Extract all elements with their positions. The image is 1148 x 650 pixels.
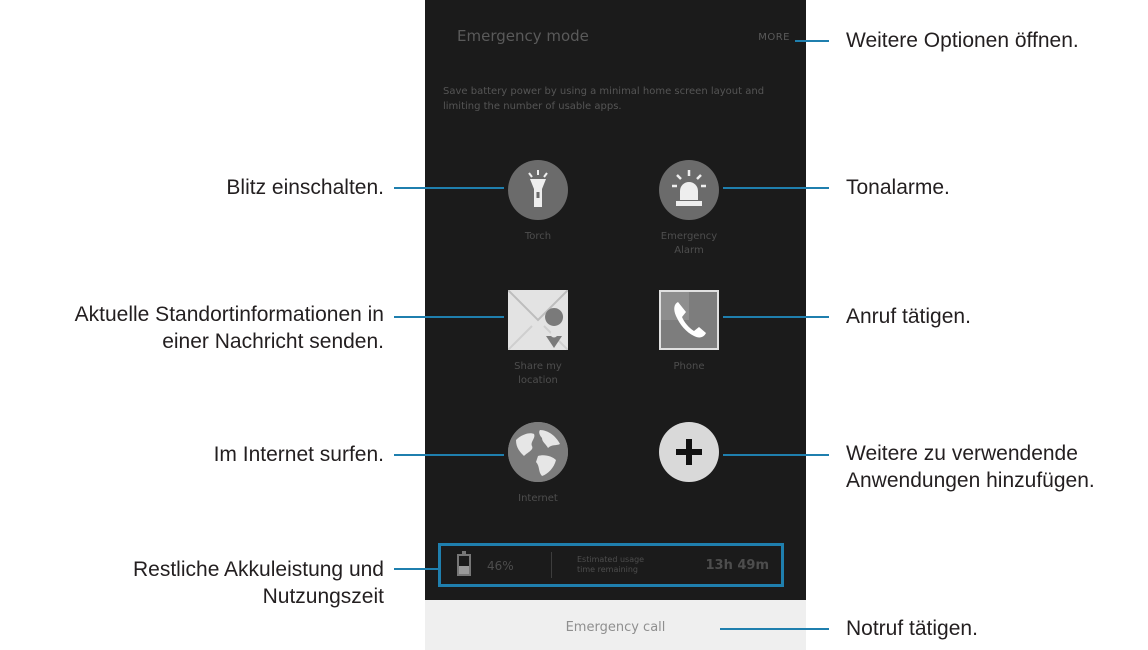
flashlight-icon [508, 160, 568, 220]
callout-line-torch [394, 187, 504, 189]
callout-battery-line2: Nutzungszeit [262, 585, 384, 608]
internet-app[interactable]: Internet [463, 422, 613, 506]
callout-call: Anruf tätigen. [846, 305, 971, 328]
callout-line-add [723, 454, 829, 456]
callout-line-battery [394, 568, 438, 570]
emergency-alarm-label: Emergency Alarm [660, 231, 718, 256]
phone-label: Phone [673, 361, 705, 372]
callout-add-line2: Anwendungen hinzufügen. [846, 469, 1095, 492]
callout-line-call [723, 316, 829, 318]
callout-more-options: Weitere Optionen öffnen. [846, 29, 1079, 52]
callout-line-more [795, 40, 829, 42]
share-location-app[interactable]: Share my location [463, 289, 613, 388]
globe-icon [508, 422, 568, 482]
battery-percent: 46% [487, 559, 514, 573]
callout-emergency: Notruf tätigen. [846, 617, 978, 640]
emergency-alarm-app[interactable]: Emergency Alarm [614, 160, 764, 258]
callout-line-location [394, 316, 504, 318]
emergency-mode-screen: Emergency mode MORE Save battery power b… [425, 0, 806, 650]
callout-line-alarm [723, 187, 829, 189]
callout-line-internet [394, 454, 504, 456]
screen-description: Save battery power by using a minimal ho… [443, 86, 765, 112]
divider [551, 552, 552, 578]
phone-icon [659, 290, 719, 350]
callout-location-line1: Aktuelle Standortinformationen in [74, 303, 384, 326]
siren-icon [659, 160, 719, 220]
estimated-usage-label: Estimated usage time remaining [577, 555, 645, 574]
plus-icon [659, 422, 719, 482]
internet-label: Internet [518, 493, 558, 504]
torch-app[interactable]: Torch [463, 160, 613, 244]
torch-label: Torch [524, 231, 552, 242]
callout-location-line2: einer Nachricht senden. [162, 330, 384, 353]
callout-add-line1: Weitere zu verwendende [846, 442, 1078, 465]
more-button[interactable]: MORE [758, 32, 790, 43]
battery-icon [457, 551, 471, 576]
share-location-label: Share my location [514, 361, 562, 386]
emergency-call-button[interactable]: Emergency call [425, 600, 806, 650]
battery-level-fill [459, 565, 469, 574]
callout-internet: Im Internet surfen. [213, 443, 384, 466]
phone-app[interactable]: Phone [614, 290, 764, 374]
add-app[interactable] [614, 422, 764, 482]
screen-title: Emergency mode [457, 27, 589, 45]
callout-battery-line1: Restliche Akkuleistung und [133, 558, 384, 581]
remaining-time: 13h 49m [705, 558, 769, 573]
callout-alarm: Tonalarme. [846, 176, 950, 199]
callout-line-emergency [720, 628, 829, 630]
battery-status-bar: 46% Estimated usage time remaining 13h 4… [438, 543, 784, 587]
callout-torch: Blitz einschalten. [226, 176, 384, 199]
mail-location-icon [507, 289, 569, 351]
